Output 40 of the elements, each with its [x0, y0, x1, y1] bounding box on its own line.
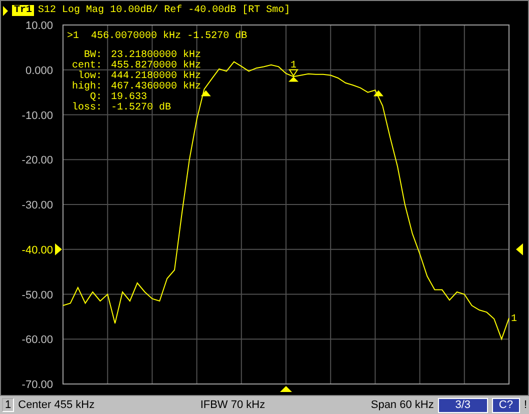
y-axis-label: -10.00 — [22, 110, 53, 122]
stat-label: Q: — [90, 92, 102, 103]
marker-label: 1 — [290, 60, 296, 72]
y-axis-label: -40.00 — [22, 244, 53, 256]
alert-indicator[interactable]: ! — [524, 399, 527, 411]
y-axis-label: -50.00 — [22, 289, 53, 302]
trace-end-label: 1 — [511, 314, 518, 326]
stat-value: 19.633 — [111, 92, 148, 103]
stat-label: BW: — [84, 50, 102, 61]
stat-value: -1.5270 dB — [111, 102, 172, 114]
reference-level-arrow-icon[interactable] — [55, 243, 62, 256]
trace-tab[interactable]: Tr1 — [12, 5, 34, 16]
bandwidth-marker-icon — [373, 90, 384, 96]
bandwidth-marker-icon — [200, 90, 211, 96]
stat-value: 467.4360000 kHz — [111, 82, 202, 92]
stat-label: cent: — [72, 60, 102, 72]
reference-level-arrow-icon[interactable] — [516, 243, 523, 256]
stat-label: high: — [72, 82, 102, 92]
y-axis-label: -60.00 — [22, 334, 53, 346]
y-axis-label: 0.000 — [25, 64, 53, 77]
channel-indicator[interactable]: 1 — [2, 398, 14, 412]
marker-readout: >1 456.0070000 kHz -1.5270 dB — [67, 31, 248, 42]
status-indicator[interactable]: 3/3 — [438, 398, 488, 412]
marker-pointer-icon[interactable] — [288, 69, 298, 77]
y-axis-label: -70.00 — [22, 379, 53, 391]
stat-value: 455.8270000 kHz — [111, 60, 202, 72]
stat-label: loss: — [72, 102, 102, 114]
y-axis-label: 10.00 — [25, 20, 53, 32]
y-axis-label: -20.00 — [22, 154, 53, 167]
stimulus-marker-icon[interactable] — [280, 386, 292, 392]
frequency-span[interactable]: Span 60 kHz — [370, 399, 434, 411]
status-indicator[interactable]: C? — [492, 398, 520, 412]
marker-triangle-icon[interactable] — [288, 76, 298, 82]
trace-settings: S12 Log Mag 10.00dB/ Ref -40.00dB [RT Smo] — [38, 5, 290, 16]
stat-value: 444.2180000 kHz — [111, 71, 202, 82]
center-frequency[interactable]: Center 455 kHz — [18, 399, 95, 411]
if-bandwidth[interactable]: IFBW 70 kHz — [148, 399, 318, 411]
stat-value: 23.21800000 kHz — [111, 50, 202, 61]
y-axis-label: -30.00 — [22, 200, 53, 212]
stat-label: low: — [78, 71, 102, 82]
